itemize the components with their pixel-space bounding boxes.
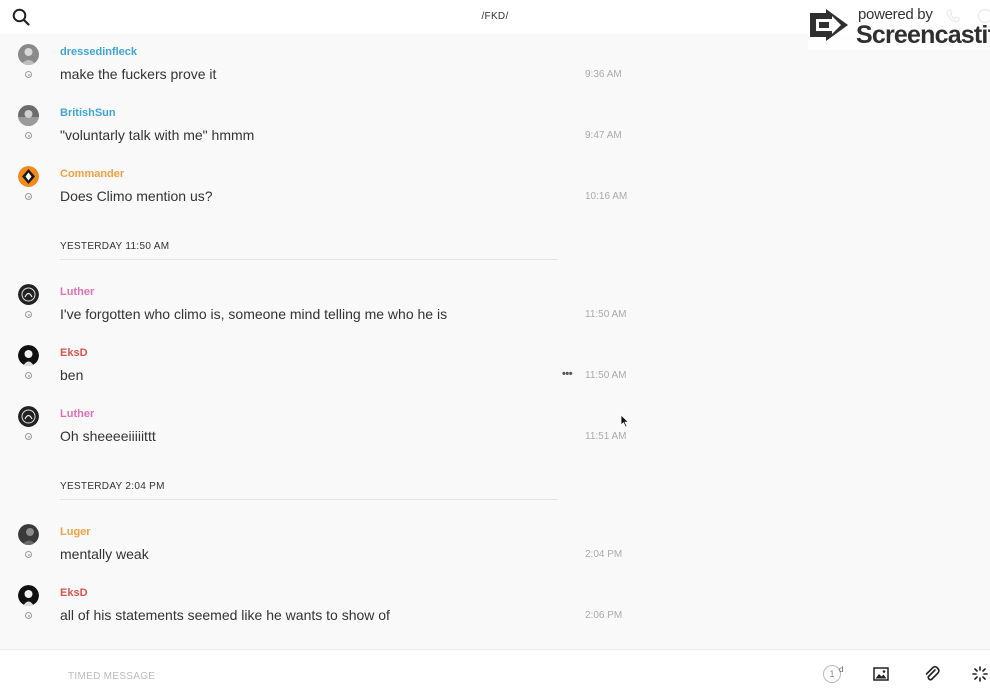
- message-row[interactable]: EksD all of his statements seemed like h…: [0, 585, 640, 635]
- avatar[interactable]: [18, 585, 39, 606]
- message-time: 9:47 AM: [585, 130, 622, 141]
- message-username[interactable]: EksD: [60, 587, 88, 599]
- timer-unit-label: d: [839, 665, 844, 674]
- message-row[interactable]: Luther I've forgotten who climo is, some…: [0, 284, 640, 334]
- message-username[interactable]: Luther: [60, 286, 94, 298]
- message-row[interactable]: BritishSun "voluntarly talk with me" hmm…: [0, 105, 640, 155]
- message-text: Does Climo mention us?: [60, 188, 213, 204]
- message-row[interactable]: Luther Oh sheeeeiiiiittt 11:51 AM: [0, 406, 640, 456]
- message-time: 10:16 AM: [585, 191, 628, 202]
- status-icon: [25, 193, 32, 200]
- message-username[interactable]: Luther: [60, 408, 94, 420]
- status-icon: [25, 311, 32, 318]
- message-row[interactable]: EksD ben ••• 11:50 AM: [0, 345, 640, 395]
- message-text: I've forgotten who climo is, someone min…: [60, 306, 448, 322]
- message-text: "voluntarly talk with me" hmmm: [60, 127, 255, 143]
- message-time: 11:50 AM: [585, 370, 627, 381]
- avatar[interactable]: [18, 345, 39, 366]
- message-username[interactable]: BritishSun: [60, 107, 116, 119]
- message-input[interactable]: [68, 669, 768, 683]
- status-icon: [25, 372, 32, 379]
- composer-bar: 1 d: [0, 649, 990, 700]
- message-time: 9:36 AM: [585, 69, 622, 80]
- mouse-cursor-icon: [620, 414, 630, 428]
- message-text: all of his statements seemed like he wan…: [60, 607, 390, 623]
- status-icon: [25, 612, 32, 619]
- loading-spinner-icon[interactable]: [972, 666, 988, 682]
- message-row[interactable]: Commander Does Climo mention us? 10:16 A…: [0, 166, 640, 216]
- avatar[interactable]: [18, 524, 39, 545]
- message-username[interactable]: dressedinfleck: [60, 46, 137, 58]
- avatar[interactable]: [18, 406, 39, 427]
- message-text: Oh sheeeeiiiiittt: [60, 428, 156, 444]
- status-icon: [25, 433, 32, 440]
- message-row[interactable]: dressedinfleck make the fuckers prove it…: [0, 44, 640, 94]
- message-time: 11:51 AM: [585, 431, 627, 442]
- divider-line: [60, 259, 557, 260]
- date-divider-label: YESTERDAY 2:04 PM: [60, 481, 165, 492]
- status-icon: [25, 132, 32, 139]
- message-time: 2:04 PM: [585, 549, 623, 560]
- message-username[interactable]: Commander: [60, 168, 124, 180]
- image-icon[interactable]: [873, 666, 889, 682]
- avatar[interactable]: [18, 44, 39, 65]
- message-username[interactable]: EksD: [60, 347, 88, 359]
- date-divider: YESTERDAY 11:50 AM: [60, 241, 557, 265]
- divider-line: [60, 499, 557, 500]
- status-icon: [25, 551, 32, 558]
- date-divider-label: YESTERDAY 11:50 AM: [60, 241, 170, 252]
- message-time: 11:50 AM: [585, 309, 627, 320]
- message-text: ben: [60, 367, 84, 383]
- date-divider: YESTERDAY 2:04 PM: [60, 481, 557, 505]
- avatar[interactable]: [18, 166, 39, 187]
- more-options-icon[interactable]: •••: [562, 368, 573, 380]
- message-username[interactable]: Luger: [60, 526, 91, 538]
- avatar[interactable]: [18, 284, 39, 305]
- message-text: mentally weak: [60, 546, 149, 562]
- avatar[interactable]: [18, 105, 39, 126]
- message-row[interactable]: Luger mentally weak 2:04 PM: [0, 524, 640, 574]
- paperclip-icon[interactable]: [923, 665, 940, 682]
- status-icon: [25, 71, 32, 78]
- message-list[interactable]: dressedinfleck make the fuckers prove it…: [0, 34, 990, 648]
- message-time: 2:06 PM: [585, 610, 623, 621]
- message-text: make the fuckers prove it: [60, 66, 217, 82]
